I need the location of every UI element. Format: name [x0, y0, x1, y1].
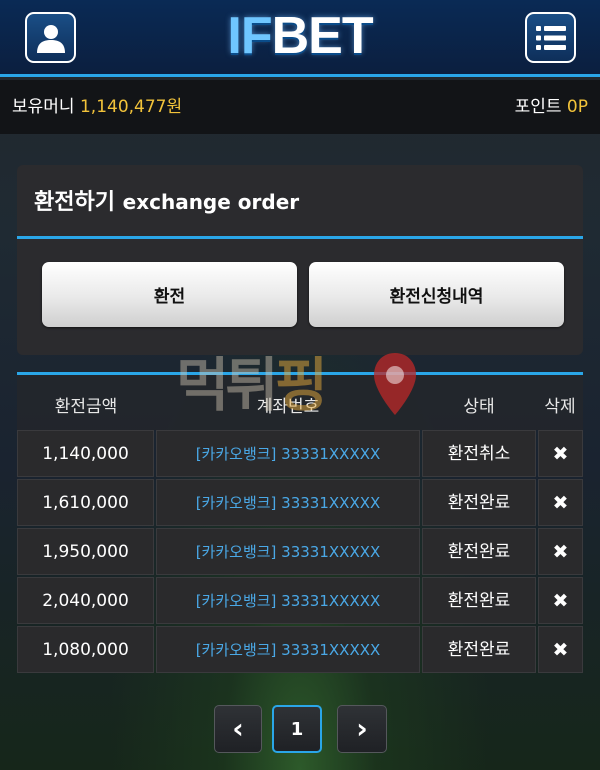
amount-cell: 1,140,000 [17, 430, 154, 477]
table-row: 1,140,000 [카카오뱅크] 33331XXXXX 환전취소 ✖ [17, 430, 583, 479]
page-1-button[interactable]: 1 [272, 705, 322, 753]
chevron-right-icon: › [356, 712, 368, 745]
delete-icon[interactable]: ✖ [538, 430, 583, 477]
status-cell: 환전완료 [422, 479, 536, 526]
account-cell: [카카오뱅크] 33331XXXXX [156, 577, 420, 624]
amount-cell: 1,080,000 [17, 626, 154, 673]
chevron-left-icon: ‹ [232, 712, 244, 745]
money-value: 1,140,477원 [79, 97, 183, 117]
delete-icon[interactable]: ✖ [538, 479, 583, 526]
exchange-title: 환전하기 exchange order [17, 165, 583, 239]
account-cell: [카카오뱅크] 33331XXXXX [156, 626, 420, 673]
money-info: 보유머니 1,140,477원 [12, 80, 182, 134]
table-header: 환전금액 계좌번호 상태 삭제 [17, 372, 583, 430]
menu-button[interactable] [525, 12, 576, 63]
exchange-card: 환전하기 exchange order 환전 환전신청내역 [17, 165, 583, 355]
table-row: 1,950,000 [카카오뱅크] 33331XXXXX 환전완료 ✖ [17, 528, 583, 577]
exchange-history-table: 환전금액 계좌번호 상태 삭제 1,140,000 [카카오뱅크] 33331X… [17, 372, 583, 678]
account-cell: [카카오뱅크] 33331XXXXX [156, 528, 420, 575]
amount-cell: 2,040,000 [17, 577, 154, 624]
delete-icon[interactable]: ✖ [538, 626, 583, 673]
top-header: IFBET [0, 0, 600, 77]
money-label: 보유머니 [12, 97, 75, 117]
ifbet-logo[interactable]: IFBET [200, 6, 400, 66]
account-cell: [카카오뱅크] 33331XXXXX [156, 479, 420, 526]
account-cell: [카카오뱅크] 33331XXXXX [156, 430, 420, 477]
point-info: 포인트 0P [515, 80, 588, 134]
table-row: 1,080,000 [카카오뱅크] 33331XXXXX 환전완료 ✖ [17, 626, 583, 675]
header-account: 계좌번호 [256, 397, 320, 417]
point-label: 포인트 [514, 97, 562, 117]
header-delete: 삭제 [544, 397, 576, 417]
balance-bar: 보유머니 1,140,477원 포인트 0P [0, 80, 600, 134]
list-menu-icon [535, 25, 566, 50]
delete-icon[interactable]: ✖ [538, 577, 583, 624]
status-cell: 환전완료 [422, 626, 536, 673]
next-page-button[interactable]: › [337, 705, 387, 753]
header-status: 상태 [463, 397, 495, 417]
point-value: 0P [566, 97, 588, 117]
delete-icon[interactable]: ✖ [538, 528, 583, 575]
amount-cell: 1,950,000 [17, 528, 154, 575]
status-cell: 환전취소 [422, 430, 536, 477]
prev-page-button[interactable]: ‹ [214, 705, 262, 753]
status-cell: 환전완료 [422, 528, 536, 575]
amount-cell: 1,610,000 [17, 479, 154, 526]
header-amount: 환전금액 [54, 397, 118, 417]
status-cell: 환전완료 [422, 577, 536, 624]
exchange-history-button[interactable]: 환전신청내역 [309, 262, 564, 327]
table-row: 2,040,000 [카카오뱅크] 33331XXXXX 환전완료 ✖ [17, 577, 583, 626]
table-row: 1,610,000 [카카오뱅크] 33331XXXXX 환전완료 ✖ [17, 479, 583, 528]
user-icon [36, 24, 65, 53]
user-button[interactable] [25, 12, 76, 63]
exchange-button[interactable]: 환전 [42, 262, 297, 327]
